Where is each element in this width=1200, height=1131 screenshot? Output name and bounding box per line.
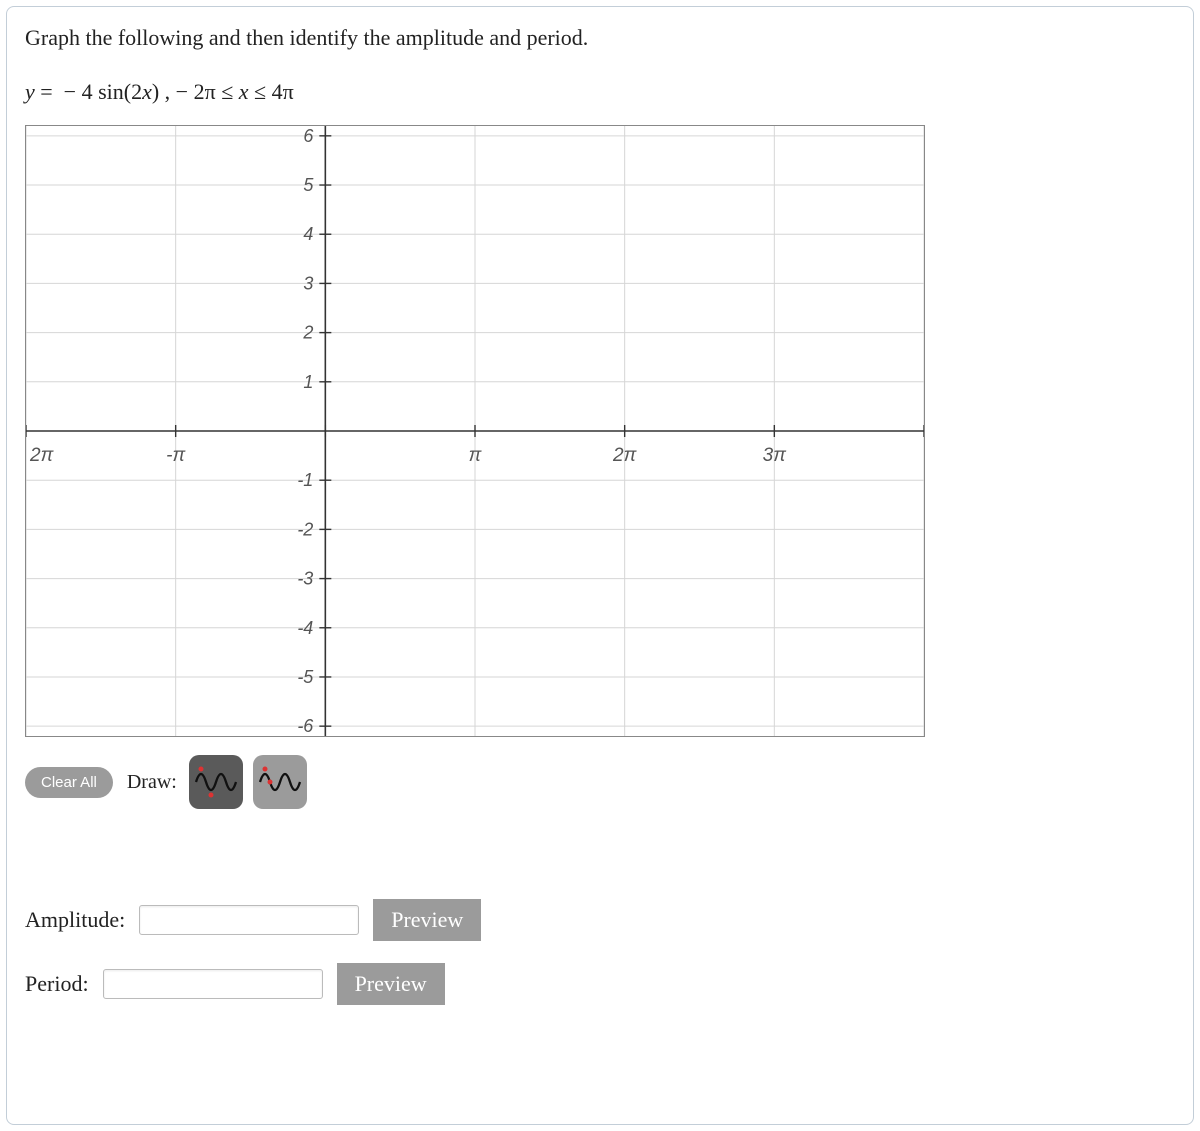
svg-text:π: π [469,445,483,466]
amplitude-input[interactable] [139,905,359,935]
wave-icon [258,763,302,801]
draw-label: Draw: [127,771,177,794]
question-card: Graph the following and then identify th… [6,6,1194,1125]
svg-text:3π: 3π [763,445,788,466]
question-prompt: Graph the following and then identify th… [25,25,1175,51]
graph-svg: -6 -5 -4 -3 -2 -1 1 2 3 4 5 6 2π -π π 2π 3π [26,126,924,736]
svg-text:-2: -2 [297,519,313,539]
wave-icon [194,763,238,801]
period-row: Period: Preview [25,963,1175,1005]
answers-section: Amplitude: Preview Period: Preview [25,899,1175,1005]
svg-text:2: 2 [302,323,313,343]
svg-text:2π: 2π [29,445,55,466]
svg-text:2π: 2π [612,445,638,466]
svg-text:1: 1 [303,372,313,392]
equation: y = − 4 sin(2x) , − 2π ≤ x ≤ 4π [25,79,1175,105]
svg-text:-5: -5 [297,667,314,687]
wave-tool-button-1[interactable] [189,755,243,809]
svg-text:-6: -6 [297,716,314,736]
svg-text:-4: -4 [297,618,313,638]
svg-text:4: 4 [303,224,313,244]
wave-tool-button-2[interactable] [253,755,307,809]
graph-canvas[interactable]: -6 -5 -4 -3 -2 -1 1 2 3 4 5 6 2π -π π 2π 3π [25,125,925,737]
period-label: Period: [25,971,89,997]
svg-text:-3: -3 [297,569,313,589]
svg-text:-π: -π [166,445,186,466]
svg-text:5: 5 [303,175,314,195]
clear-all-button[interactable]: Clear All [25,767,113,798]
amplitude-row: Amplitude: Preview [25,899,1175,941]
period-input[interactable] [103,969,323,999]
amplitude-label: Amplitude: [25,907,125,933]
amplitude-preview-button[interactable]: Preview [373,899,481,941]
svg-text:6: 6 [303,126,314,146]
draw-toolbar: Clear All Draw: [25,755,1175,809]
svg-text:3: 3 [303,273,313,293]
svg-text:-1: -1 [297,470,313,490]
period-preview-button[interactable]: Preview [337,963,445,1005]
